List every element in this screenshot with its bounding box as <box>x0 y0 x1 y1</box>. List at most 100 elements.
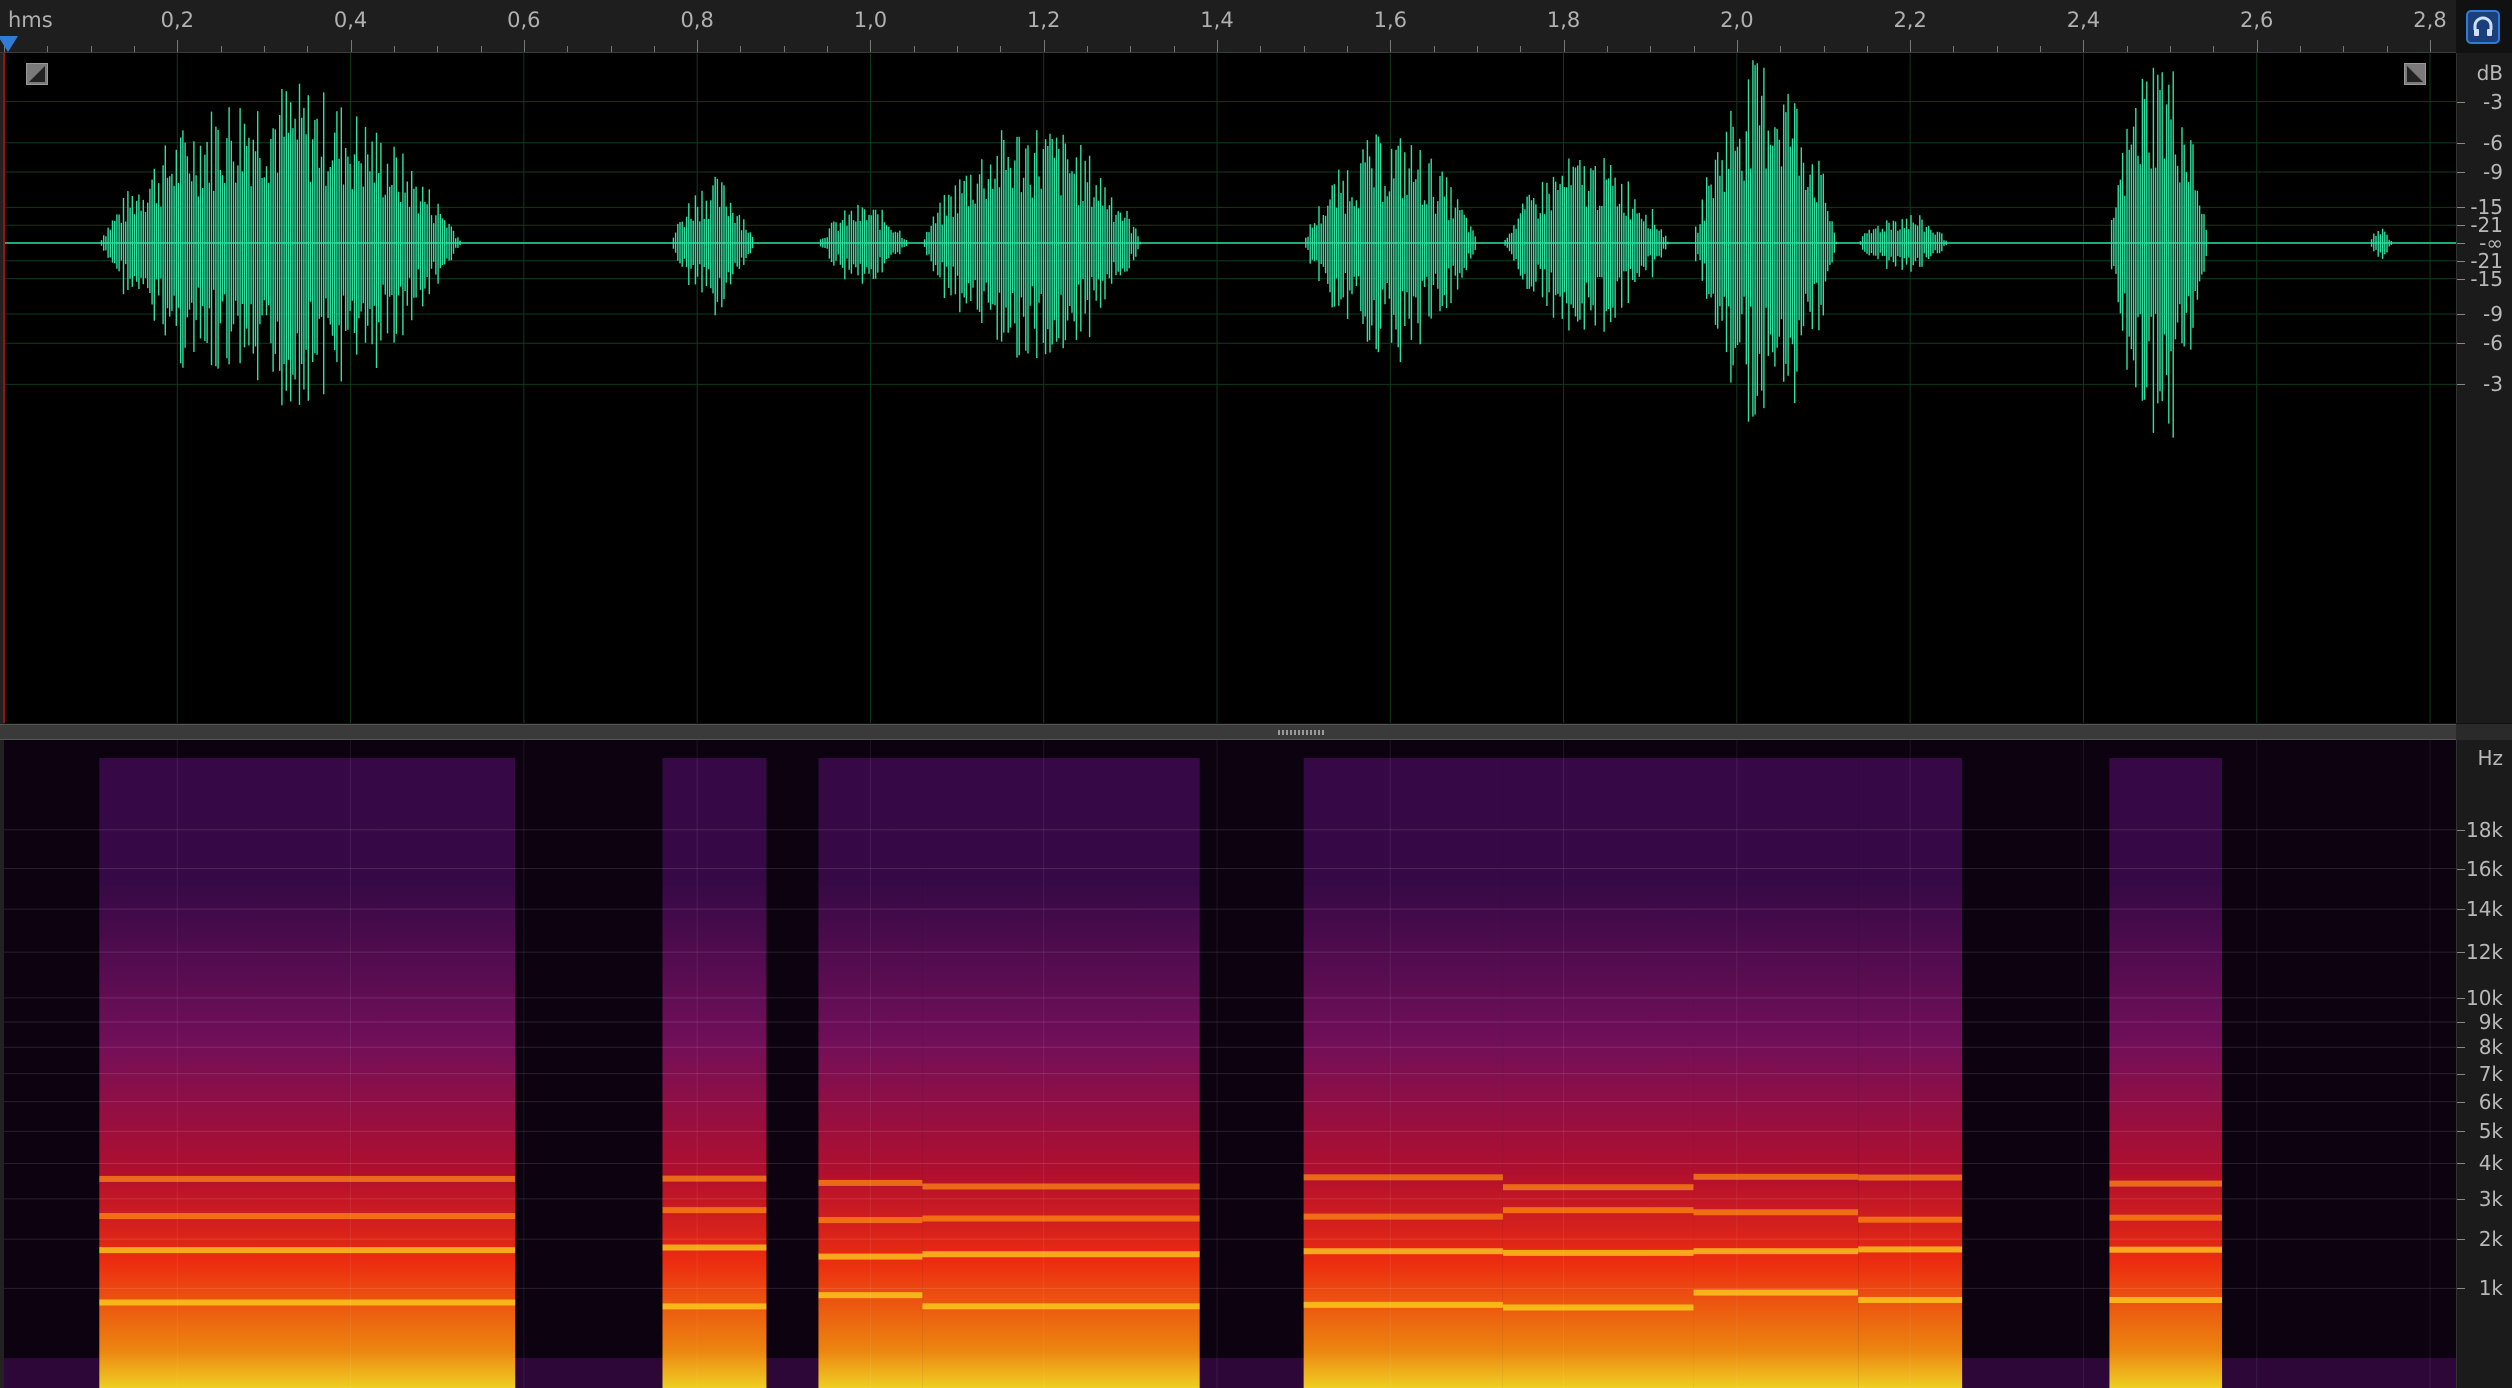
ruler-tick <box>1996 46 1998 52</box>
frequency-label: 7k <box>2478 1061 2503 1086</box>
waveform-segment <box>100 83 461 406</box>
frequency-label: 16k <box>2465 856 2503 881</box>
amplitude-tick <box>2457 343 2465 345</box>
ruler-tick <box>1780 46 1782 52</box>
fade-in-handle[interactable] <box>26 63 48 85</box>
ruler-tick <box>1173 46 1175 52</box>
fade-out-handle[interactable] <box>2404 63 2426 85</box>
ruler-tick <box>783 46 785 52</box>
waveform-panel[interactable] <box>4 53 2456 723</box>
frequency-tick <box>2457 1288 2465 1290</box>
headphones-icon <box>2473 16 2493 36</box>
audio-editor: hms 0,2 0,4 0,6 0,8 1,0 1,2 1,4 1,6 1,8 2,0 2,2 2,4… <box>0 0 2512 1388</box>
spectrogram-formant <box>2109 1296 2223 1303</box>
ruler-tick <box>350 40 352 52</box>
amplitude-tick <box>2457 172 2465 173</box>
ruler-tick <box>1910 40 1912 52</box>
playhead-marker[interactable] <box>0 36 18 52</box>
spectrogram-formant <box>2109 1214 2223 1221</box>
amplitude-label: -9 <box>2483 160 2503 184</box>
fade-out-icon <box>2407 66 2423 82</box>
ruler-tick <box>1433 46 1435 52</box>
ruler-tick-label: 1,4 <box>1200 8 1234 32</box>
spectral-frequency-panel[interactable] <box>4 740 2456 1388</box>
ruler-tick-label: 1,8 <box>1546 8 1581 32</box>
spectrogram-formant <box>99 1213 516 1220</box>
spectrogram-event <box>922 758 1200 1388</box>
spectrogram-formant <box>1303 1174 1503 1181</box>
amplitude-tick <box>2457 142 2465 144</box>
amplitude-scale[interactable]: dB -3 -6 -9 -15 -21 -∞ -21 -15 -9 -6 -3 <box>2456 53 2512 723</box>
spectrogram-display[interactable] <box>4 740 2456 1388</box>
frequency-scale[interactable]: Hz 18k 16k 14k 12k 10k 9k 8k 7k 6k 5k 4k 3k 2k 1k <box>2456 740 2512 1388</box>
ruler-tick <box>307 46 309 52</box>
divider-corner <box>2456 724 2512 740</box>
spectrogram-event <box>99 758 516 1388</box>
spectrogram-event <box>662 758 767 1388</box>
time-unit-label: hms <box>8 8 53 32</box>
ruler-tick-label: 2,4 <box>2066 8 2101 32</box>
frequency-label: 5k <box>2478 1119 2503 1144</box>
spectrogram-formant <box>1693 1248 1859 1255</box>
frequency-label: 12k <box>2465 940 2503 965</box>
spectrogram-formant <box>1693 1289 1859 1296</box>
ruler-tick <box>1087 46 1089 52</box>
waveform-segment <box>2110 67 2207 438</box>
headphone-monitor-button[interactable] <box>2466 10 2500 44</box>
spectrogram-formant <box>2109 1246 2223 1253</box>
fade-in-icon <box>29 66 45 82</box>
frequency-tick <box>2457 1239 2465 1241</box>
waveform-segment <box>672 176 754 316</box>
amplitude-tick <box>2457 384 2465 386</box>
frequency-label: 3k <box>2478 1186 2503 1211</box>
amplitude-label: -3 <box>2483 89 2503 114</box>
time-ruler[interactable]: hms 0,2 0,4 0,6 0,8 1,0 1,2 1,4 1,6 1,8 2,0 2,2 2,4… <box>0 0 2456 53</box>
amplitude-label: -15 <box>2470 266 2503 291</box>
amplitude-label: -6 <box>2483 130 2503 155</box>
ruler-tick <box>1390 40 1392 52</box>
frequency-tick <box>2457 909 2465 911</box>
waveform-segment <box>1305 134 1476 363</box>
amplitude-label: -9 <box>2483 302 2503 326</box>
frequency-tick <box>2457 1163 2465 1165</box>
frequency-tick <box>2457 1198 2465 1200</box>
ruler-tick <box>2430 40 2431 52</box>
panel-divider[interactable] <box>0 724 2456 740</box>
frequency-tick <box>2457 1131 2465 1133</box>
ruler-tick <box>1866 46 1868 52</box>
amplitude-tick <box>2457 243 2465 244</box>
ruler-tick <box>47 46 49 52</box>
ruler-tick <box>697 40 699 52</box>
divider-grip-icon[interactable] <box>1278 730 1326 735</box>
ruler-tick <box>2170 46 2172 52</box>
ruler-tick <box>1693 46 1695 52</box>
frequency-label: 6k <box>2478 1089 2503 1114</box>
spectrogram-formant <box>922 1215 1200 1222</box>
spectrogram-event <box>1502 758 1694 1388</box>
ruler-tick <box>1736 40 1738 52</box>
frequency-label: 10k <box>2465 985 2503 1010</box>
frequency-tick <box>2457 997 2465 999</box>
ruler-tick <box>1650 46 1652 52</box>
spectrogram-formant <box>662 1244 767 1251</box>
waveform-display[interactable] <box>4 53 2456 723</box>
ruler-tick-label: 0,6 <box>507 8 541 32</box>
spectrogram-formant <box>1693 1173 1859 1180</box>
ruler-tick <box>1563 40 1565 52</box>
ruler-tick <box>177 40 179 52</box>
spectrogram-formant <box>99 1175 516 1182</box>
spectrogram-formant <box>1502 1184 1694 1191</box>
ruler-tick-label: 0,4 <box>333 8 368 32</box>
ruler-tick <box>567 46 569 52</box>
ruler-tick <box>263 46 265 52</box>
spectrogram-formant <box>922 1303 1200 1310</box>
frequency-label: 8k <box>2478 1035 2503 1060</box>
frequency-label: 9k <box>2478 1009 2503 1034</box>
spectrogram-formant <box>1502 1249 1694 1256</box>
amplitude-tick <box>2457 278 2465 280</box>
ruler-tick <box>480 46 482 52</box>
frequency-unit-label: Hz <box>2477 746 2503 770</box>
frequency-label: 2k <box>2478 1227 2503 1252</box>
frequency-tick <box>2457 1073 2465 1075</box>
ruler-tick <box>523 40 525 52</box>
